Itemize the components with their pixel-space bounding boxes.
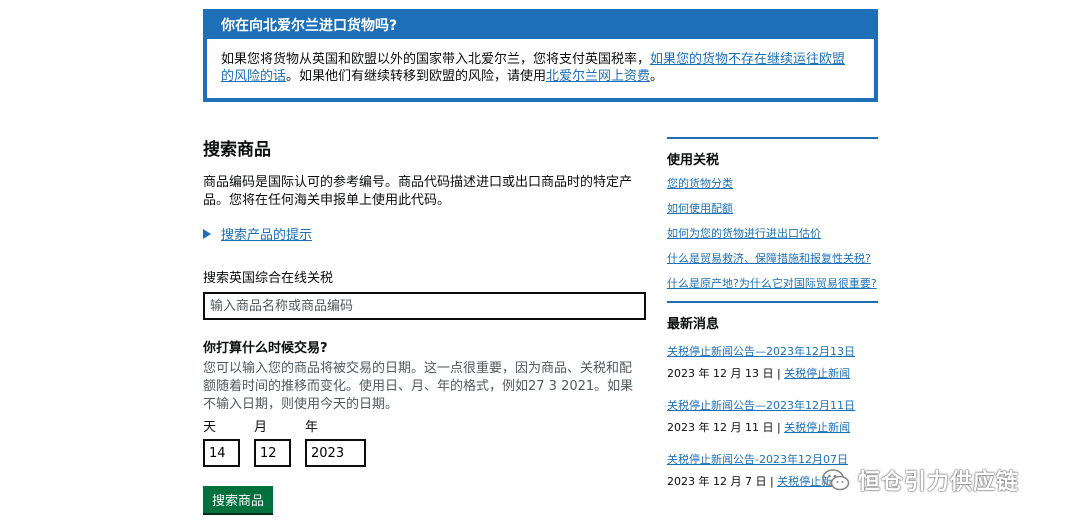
banner-text-2: 。如果他们有继续转移到欧盟的风险，请使用 <box>286 69 547 84</box>
sidebar-tariff-links: 您的货物分类 如何使用配额 如何为您的货物进行进出口估价 什么是贸易救济、保障措… <box>667 176 878 291</box>
list-item: 如何为您的货物进行进出口估价 <box>667 226 878 241</box>
news-date: 2023 年 12 月 13 日 | <box>667 367 785 380</box>
sidebar: 使用关税 您的货物分类 如何使用配额 如何为您的货物进行进出口估价 什么是贸易救… <box>667 137 878 489</box>
search-label: 搜索英国综合在线关税 <box>203 271 334 286</box>
search-submit-button[interactable]: 搜索商品 <box>203 486 273 513</box>
watermark: 恒仓引力供应链 <box>822 466 1020 495</box>
banner-link-ni-tariff[interactable]: 北爱尔兰网上资费 <box>546 69 650 84</box>
day-label: 天 <box>203 420 217 435</box>
wechat-icon <box>822 469 850 491</box>
sidebar-divider <box>667 137 878 139</box>
sidebar-link-quotas[interactable]: 如何使用配额 <box>667 202 733 215</box>
news-title-link[interactable]: 关税停止新闻公告-2023年12月07日 <box>667 453 848 466</box>
news-title-link[interactable]: 关税停止新闻公告—2023年12月13日 <box>667 345 855 358</box>
search-form: 搜索商品 商品编码是国际认可的参考编号。商品代码描述进口或出口商品时的特定产品。… <box>203 130 648 467</box>
banner-text-3: 。 <box>650 69 664 84</box>
page-title: 搜索商品 <box>203 140 271 160</box>
date-heading: 你打算什么时候交易? <box>203 341 328 356</box>
sidebar-link-origin[interactable]: 什么是原产地?为什么它对国际贸易很重要? <box>667 277 877 290</box>
news-date: 2023 年 12 月 11 日 | <box>667 421 785 434</box>
sidebar-link-valuation[interactable]: 如何为您的货物进行进出口估价 <box>667 227 821 240</box>
news-item: 关税停止新闻公告—2023年12月11日 2023 年 12 月 11 日 | … <box>667 394 878 435</box>
banner-body: 如果您将货物从英国和欧盟以外的国家带入北爱尔兰，您将支付英国税率，如果您的货物不… <box>207 39 874 85</box>
list-item: 如何使用配额 <box>667 201 878 216</box>
day-input[interactable] <box>203 439 240 467</box>
list-item: 什么是贸易救济、保障措施和报复性关税? <box>667 251 878 266</box>
news-meta: 2023 年 12 月 11 日 | 关税停止新闻 <box>667 420 878 435</box>
intro-text: 商品编码是国际认可的参考编号。商品代码描述进口或出口商品时的特定产品。您将在任何… <box>203 175 633 208</box>
watermark-text: 恒仓引力供应链 <box>858 470 1020 495</box>
sidebar-tariff-heading: 使用关税 <box>667 153 720 168</box>
news-date: 2023 年 12 月 7 日 | <box>667 475 778 488</box>
search-tips-details[interactable]: 搜索产品的提示 <box>203 224 648 243</box>
sidebar-link-classify[interactable]: 您的货物分类 <box>667 177 733 190</box>
year-group: 年 <box>305 420 366 467</box>
month-group: 月 <box>254 420 291 467</box>
banner-title: 你在向北爱尔兰进口货物吗? <box>207 13 874 39</box>
banner-text-1: 如果您将货物从英国和欧盟以外的国家带入北爱尔兰，您将支付英国税率， <box>221 52 651 67</box>
news-tag-link[interactable]: 关税停止新闻 <box>784 421 850 434</box>
news-meta: 2023 年 12 月 13 日 | 关税停止新闻 <box>667 366 878 381</box>
import-notification-banner: 你在向北爱尔兰进口货物吗? 如果您将货物从英国和欧盟以外的国家带入北爱尔兰，您将… <box>203 9 878 102</box>
date-input-group: 天 月 年 <box>203 420 648 467</box>
search-input[interactable] <box>203 292 646 320</box>
sidebar-news-heading: 最新消息 <box>667 317 720 332</box>
triangle-right-icon <box>203 228 211 239</box>
news-item: 关税停止新闻公告—2023年12月13日 2023 年 12 月 13 日 | … <box>667 340 878 381</box>
year-label: 年 <box>305 420 319 435</box>
news-title-link[interactable]: 关税停止新闻公告—2023年12月11日 <box>667 399 855 412</box>
month-label: 月 <box>254 420 268 435</box>
sidebar-link-trade-remedies[interactable]: 什么是贸易救济、保障措施和报复性关税? <box>667 252 871 265</box>
sidebar-divider <box>667 301 878 303</box>
news-tag-link[interactable]: 关税停止新闻 <box>784 367 850 380</box>
list-item: 您的货物分类 <box>667 176 878 191</box>
date-hint: 您可以输入您的商品将被交易的日期。这一点很重要，因为商品、关税和配额随着时间的推… <box>203 361 634 412</box>
day-group: 天 <box>203 420 240 467</box>
list-item: 什么是原产地?为什么它对国际贸易很重要? <box>667 276 878 291</box>
year-input[interactable] <box>305 439 366 467</box>
search-tips-link[interactable]: 搜索产品的提示 <box>221 224 312 243</box>
month-input[interactable] <box>254 439 291 467</box>
